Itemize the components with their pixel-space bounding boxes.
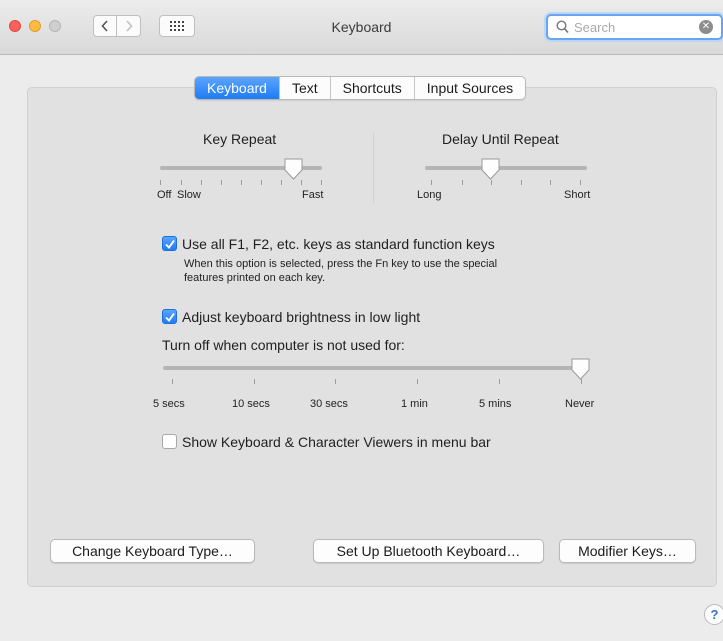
slider-tick [172,379,173,384]
viewers-label[interactable]: Show Keyboard & Character Viewers in men… [182,434,491,450]
function-keys-help-line-1: When this option is selected, press the … [184,258,498,270]
turn-off-tick-label: 30 secs [310,398,348,410]
tab-text[interactable]: Text [278,77,330,99]
turn-off-track [163,366,587,370]
slider-tick [181,180,182,185]
turn-off-label: Turn off when computer is not used for: [162,337,405,353]
slider-tick [521,180,522,185]
checkmark-icon [165,239,175,249]
slider-tick [281,180,282,185]
slider-tick [550,180,551,185]
slider-tick [417,379,418,384]
slider-tick [201,180,202,185]
slider-tick [261,180,262,185]
slider-tick [499,379,500,384]
key-repeat-title: Key Repeat [203,131,277,147]
search-icon [556,20,569,34]
modifier-keys-button[interactable]: Modifier Keys… [559,539,696,563]
slider-tick [301,180,302,185]
tab-keyboard[interactable]: Keyboard [195,77,279,99]
turn-off-tick-label: 5 secs [153,398,185,410]
delay-until-repeat-knob[interactable] [481,158,500,180]
delay-until-repeat-title: Delay Until Repeat [442,131,559,147]
function-keys-checkbox[interactable] [162,236,177,251]
key-repeat-fast-label: Fast [302,189,324,201]
turn-off-tick-label: Never [565,398,595,410]
clear-search-icon[interactable]: ✕ [699,20,713,34]
function-keys-help-line-2: features printed on each key. [184,272,326,284]
viewers-checkbox[interactable] [162,434,177,449]
turn-off-knob[interactable] [571,358,590,380]
delay-track [425,166,587,170]
slider-tick [580,180,581,185]
key-repeat-knob[interactable] [284,158,303,180]
change-keyboard-type-button[interactable]: Change Keyboard Type… [50,539,255,563]
delay-short-label: Short [564,189,591,201]
search-field[interactable]: ✕ [546,14,723,40]
slider-tick [241,180,242,185]
help-button[interactable]: ? [704,604,723,625]
delay-long-label: Long [417,189,442,201]
slider-tick [321,180,322,185]
slider-tick [221,180,222,185]
key-repeat-off-label: Off [157,189,172,201]
checkmark-icon [165,312,175,322]
search-input[interactable] [574,18,704,36]
brightness-label[interactable]: Adjust keyboard brightness in low light [182,309,420,325]
slider-tick [160,180,161,185]
slider-tick [254,379,255,384]
tab-bar: Keyboard Text Shortcuts Input Sources [194,76,527,100]
function-keys-label[interactable]: Use all F1, F2, etc. keys as standard fu… [182,236,495,252]
slider-tick [462,180,463,185]
slider-tick [335,379,336,384]
turn-off-tick-label: 1 min [401,398,428,410]
brightness-checkbox[interactable] [162,309,177,324]
key-repeat-slow-label: Slow [177,189,201,201]
turn-off-tick-label: 5 mins [479,398,512,410]
tab-shortcuts[interactable]: Shortcuts [329,77,414,99]
tab-input-sources[interactable]: Input Sources [413,77,525,99]
set-up-bluetooth-keyboard-button[interactable]: Set Up Bluetooth Keyboard… [313,539,544,563]
divider [373,133,374,203]
turn-off-tick-label: 10 secs [232,398,270,410]
slider-tick [431,180,432,185]
window-toolbar: Keyboard ✕ [0,0,723,55]
slider-tick [491,180,492,185]
